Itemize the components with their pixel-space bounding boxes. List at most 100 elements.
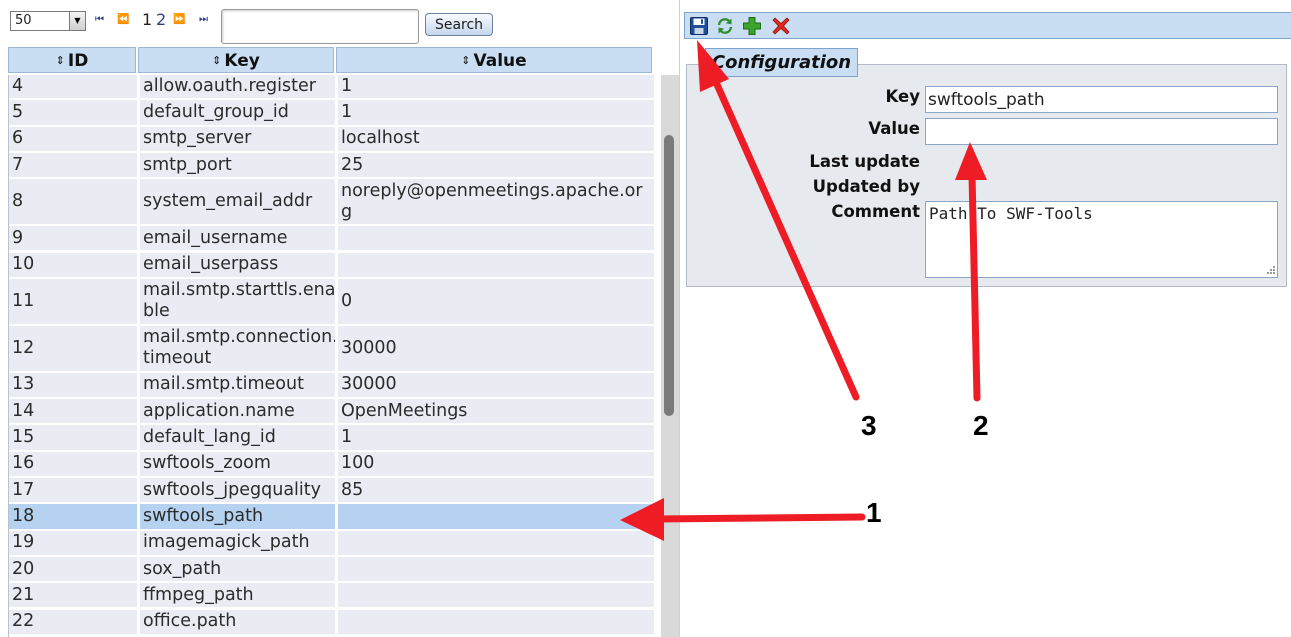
column-header-id[interactable]: ⇕ ID <box>8 47 136 73</box>
cell-id: 13 <box>9 372 137 398</box>
table-row[interactable]: 5 default_group_id 1 <box>9 100 654 126</box>
cell-value: 0 <box>338 278 654 324</box>
table-row-selected[interactable]: 18 swftools_path <box>9 504 654 530</box>
cell-value: 30000 <box>338 325 654 371</box>
cell-key: email_userpass <box>140 252 335 277</box>
updated-by-label: Updated by <box>812 177 920 196</box>
chevron-down-icon[interactable]: ▼ <box>69 12 85 30</box>
resize-grip-icon[interactable] <box>1264 264 1276 276</box>
sort-icon: ⇕ <box>461 54 471 67</box>
scrollbar-thumb[interactable] <box>664 135 674 416</box>
cell-id: 18 <box>9 504 137 529</box>
table-row[interactable]: 22 office.path <box>9 609 654 636</box>
cell-key: mail.smtp.timeout <box>140 372 335 398</box>
table-row[interactable]: 19 imagemagick_path <box>9 530 654 557</box>
cell-id: 5 <box>9 100 137 125</box>
cell-key: swftools_zoom <box>140 451 335 476</box>
cell-id: 11 <box>9 278 137 324</box>
config-table: 4 allow.oauth.register 1 5 default_group_id 1… <box>8 75 654 637</box>
table-row[interactable]: 16 swftools_zoom 100 <box>9 451 654 478</box>
value-label: Value <box>868 119 920 138</box>
refresh-icon[interactable] <box>715 16 735 36</box>
cell-value <box>338 583 654 608</box>
search-button[interactable]: Search <box>425 13 493 36</box>
table-row[interactable]: 17 swftools_jpegquality 85 <box>9 478 654 504</box>
first-page-icon[interactable]: ⏮ <box>95 13 104 27</box>
table-row[interactable]: 9 email_username <box>9 226 654 252</box>
column-header-value[interactable]: ⇕ Value <box>336 47 652 73</box>
cell-value <box>338 556 654 582</box>
cell-key: default_lang_id <box>140 425 335 450</box>
cell-key: smtp_server <box>140 126 335 151</box>
cell-key: allow.oauth.register <box>140 75 335 99</box>
cell-key: mail.smtp.starttls.ena ble <box>140 278 335 324</box>
cell-value: 1 <box>338 425 654 450</box>
cell-id: 14 <box>9 399 137 424</box>
prev-page-icon[interactable]: ⏪ <box>117 13 129 27</box>
cell-id: 8 <box>9 179 137 225</box>
annotation-label-3: 3 <box>861 410 877 441</box>
grid-header: ⇕ ID ⇕ Key ⇕ Value <box>8 47 652 73</box>
comment-field[interactable]: Path To SWF-Tools <box>925 201 1278 278</box>
cell-key: mail.smtp.connection. timeout <box>140 325 335 371</box>
delete-icon[interactable] <box>771 16 791 36</box>
cell-key: email_username <box>140 226 335 251</box>
cell-key: ffmpeg_path <box>140 583 335 608</box>
table-row[interactable]: 4 allow.oauth.register 1 <box>9 75 654 100</box>
cell-id: 4 <box>9 75 137 99</box>
cell-value <box>338 226 654 251</box>
cell-value: OpenMeetings <box>338 399 654 424</box>
sort-icon: ⇕ <box>212 54 222 67</box>
cell-key: sox_path <box>140 556 335 582</box>
table-row[interactable]: 20 sox_path <box>9 556 654 583</box>
table-row[interactable]: 12 mail.smtp.connection. timeout 30000 <box>9 325 654 373</box>
cell-id: 22 <box>9 609 137 634</box>
table-row[interactable]: 21 ffmpeg_path <box>9 583 654 609</box>
save-icon[interactable] <box>689 16 709 36</box>
table-row[interactable]: 7 smtp_port 25 <box>9 152 654 179</box>
page-size-select[interactable]: 50 ▼ <box>10 11 86 31</box>
table-row[interactable]: 11 mail.smtp.starttls.ena ble 0 <box>9 278 654 326</box>
cell-id: 12 <box>9 325 137 371</box>
cell-value: 25 <box>338 152 654 178</box>
cell-value <box>338 504 654 529</box>
cell-value: noreply@openmeetings.apache.or g <box>338 179 654 225</box>
table-row[interactable]: 10 email_userpass <box>9 252 654 279</box>
value-field[interactable] <box>925 118 1278 145</box>
cell-key: application.name <box>140 399 335 424</box>
cell-id: 6 <box>9 126 137 151</box>
configuration-legend: Configuration <box>705 48 858 77</box>
key-field[interactable] <box>925 86 1278 113</box>
table-row[interactable]: 13 mail.smtp.timeout 30000 <box>9 372 654 399</box>
column-header-key[interactable]: ⇕ Key <box>138 47 334 73</box>
annotation-label-1: 1 <box>866 497 882 528</box>
cell-value: localhost <box>338 126 654 151</box>
page-size-value: 50 <box>15 13 32 28</box>
cell-id: 16 <box>9 451 137 476</box>
annotation-arrow-1 <box>620 498 866 541</box>
cell-value: 100 <box>338 451 654 476</box>
cell-key: swftools_path <box>140 504 335 529</box>
annotation-label-2: 2 <box>973 410 989 441</box>
cell-id: 21 <box>9 583 137 608</box>
cell-key: smtp_port <box>140 152 335 178</box>
cell-key: default_group_id <box>140 100 335 125</box>
cell-key: system_email_addr <box>140 179 335 225</box>
add-icon[interactable] <box>742 16 762 36</box>
cell-key: swftools_jpegquality <box>140 478 335 503</box>
table-row[interactable]: 8 system_email_addr noreply@openmeetings.a… <box>9 179 654 226</box>
last-page-icon[interactable]: ⏭ <box>199 13 208 27</box>
search-input[interactable] <box>221 9 419 44</box>
key-label: Key <box>885 87 920 106</box>
cell-key: office.path <box>140 609 335 634</box>
page-2-link[interactable]: 2 <box>156 10 166 30</box>
next-page-icon[interactable]: ⏩ <box>173 13 185 27</box>
page-1-link[interactable]: 1 <box>142 10 152 30</box>
cell-id: 20 <box>9 556 137 582</box>
last-update-label: Last update <box>809 152 920 171</box>
cell-id: 17 <box>9 478 137 503</box>
table-row[interactable]: 15 default_lang_id 1 <box>9 425 654 451</box>
cell-id: 10 <box>9 252 137 277</box>
table-row[interactable]: 6 smtp_server localhost <box>9 126 654 153</box>
table-row[interactable]: 14 application.name OpenMeetings <box>9 399 654 425</box>
